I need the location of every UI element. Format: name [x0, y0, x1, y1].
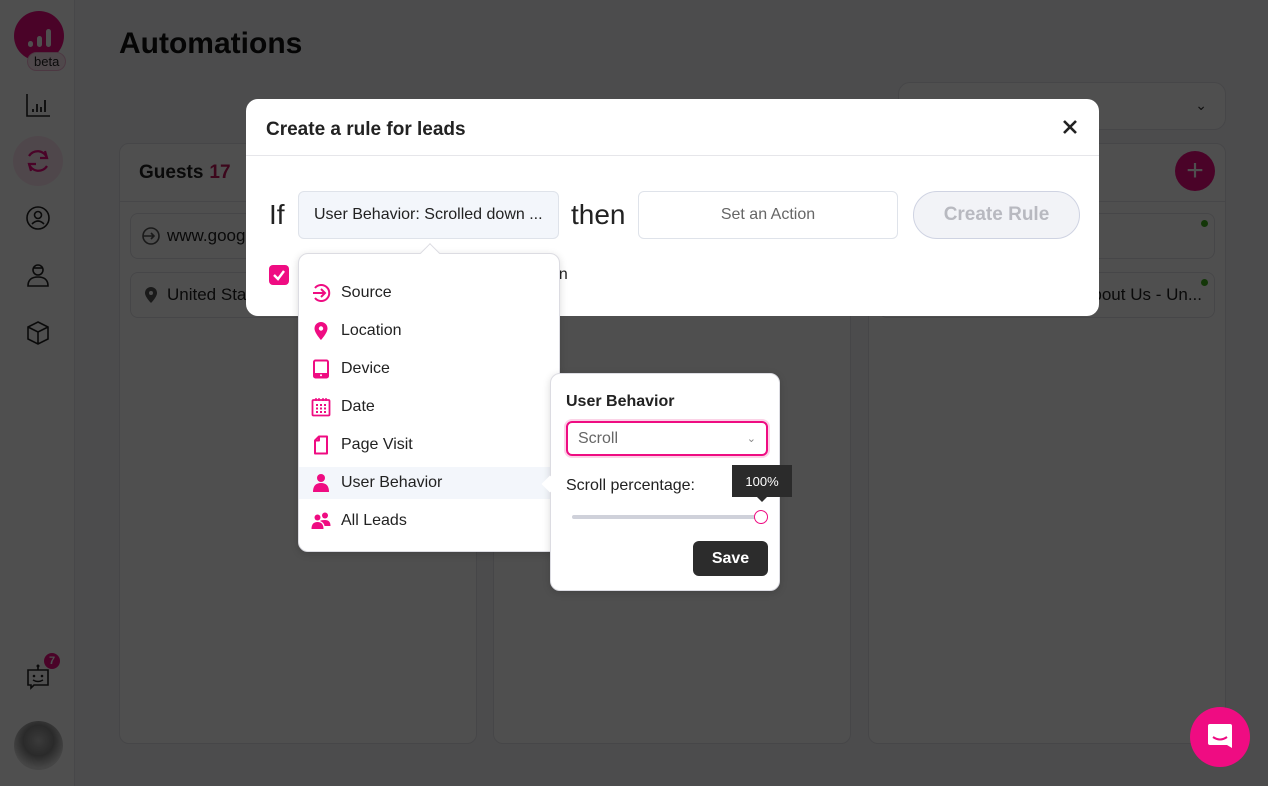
calendar-icon — [311, 398, 331, 417]
tablet-icon — [313, 359, 329, 379]
menu-item-label: Location — [341, 322, 402, 339]
condition-field[interactable]: User Behavior: Scrolled down ... — [298, 191, 559, 239]
page-icon — [314, 435, 328, 455]
menu-item-label: All Leads — [341, 512, 407, 529]
menu-item-user-behavior[interactable]: User Behavior — [299, 467, 559, 499]
set-action-field[interactable]: Set an Action — [638, 191, 898, 239]
scroll-slider-thumb[interactable] — [754, 510, 768, 524]
panel-title: User Behavior — [566, 393, 675, 410]
menu-item-date[interactable]: Date — [299, 391, 559, 423]
save-button[interactable]: Save — [693, 541, 768, 576]
user-icon — [313, 474, 329, 492]
menu-item-all-leads[interactable]: All Leads — [299, 505, 559, 537]
rule-checkbox[interactable] — [269, 265, 289, 285]
scroll-percentage-label: Scroll percentage: — [566, 477, 695, 494]
close-button[interactable] — [1059, 116, 1081, 138]
menu-item-label: Date — [341, 398, 375, 415]
close-icon — [1063, 120, 1077, 134]
modal-header: Create a rule for leads — [246, 99, 1099, 156]
menu-item-page-visit[interactable]: Page Visit — [299, 429, 559, 461]
then-label: then — [571, 199, 626, 230]
behavior-type-select[interactable]: Scroll ⌄ — [566, 421, 768, 456]
menu-item-device[interactable]: Device — [299, 353, 559, 385]
condition-category-menu: Source Location Device Date Page Visit U… — [298, 243, 560, 552]
menu-item-source[interactable]: Source — [299, 277, 559, 309]
select-value: Scroll — [578, 429, 619, 447]
user-behavior-panel: User Behavior Scroll ⌄ Scroll percentage… — [541, 373, 792, 591]
chevron-down-icon: ⌄ — [746, 433, 756, 445]
menu-item-location[interactable]: Location — [299, 315, 559, 347]
check-icon — [273, 270, 285, 281]
scroll-slider-track[interactable] — [572, 515, 761, 519]
menu-item-label: Page Visit — [341, 436, 413, 453]
source-icon — [313, 284, 331, 302]
if-label: If — [269, 199, 285, 230]
menu-item-label: Source — [341, 284, 392, 301]
chat-icon — [1208, 724, 1232, 748]
location-pin-icon — [314, 322, 328, 340]
create-rule-button[interactable]: Create Rule — [913, 191, 1080, 239]
menu-item-label: User Behavior — [341, 474, 443, 491]
menu-item-label: Device — [341, 360, 390, 377]
slider-value-tooltip: 100% — [732, 465, 792, 502]
chat-launcher-button[interactable] — [1190, 707, 1250, 767]
modal-title: Create a rule for leads — [266, 119, 466, 140]
users-icon — [311, 512, 331, 529]
